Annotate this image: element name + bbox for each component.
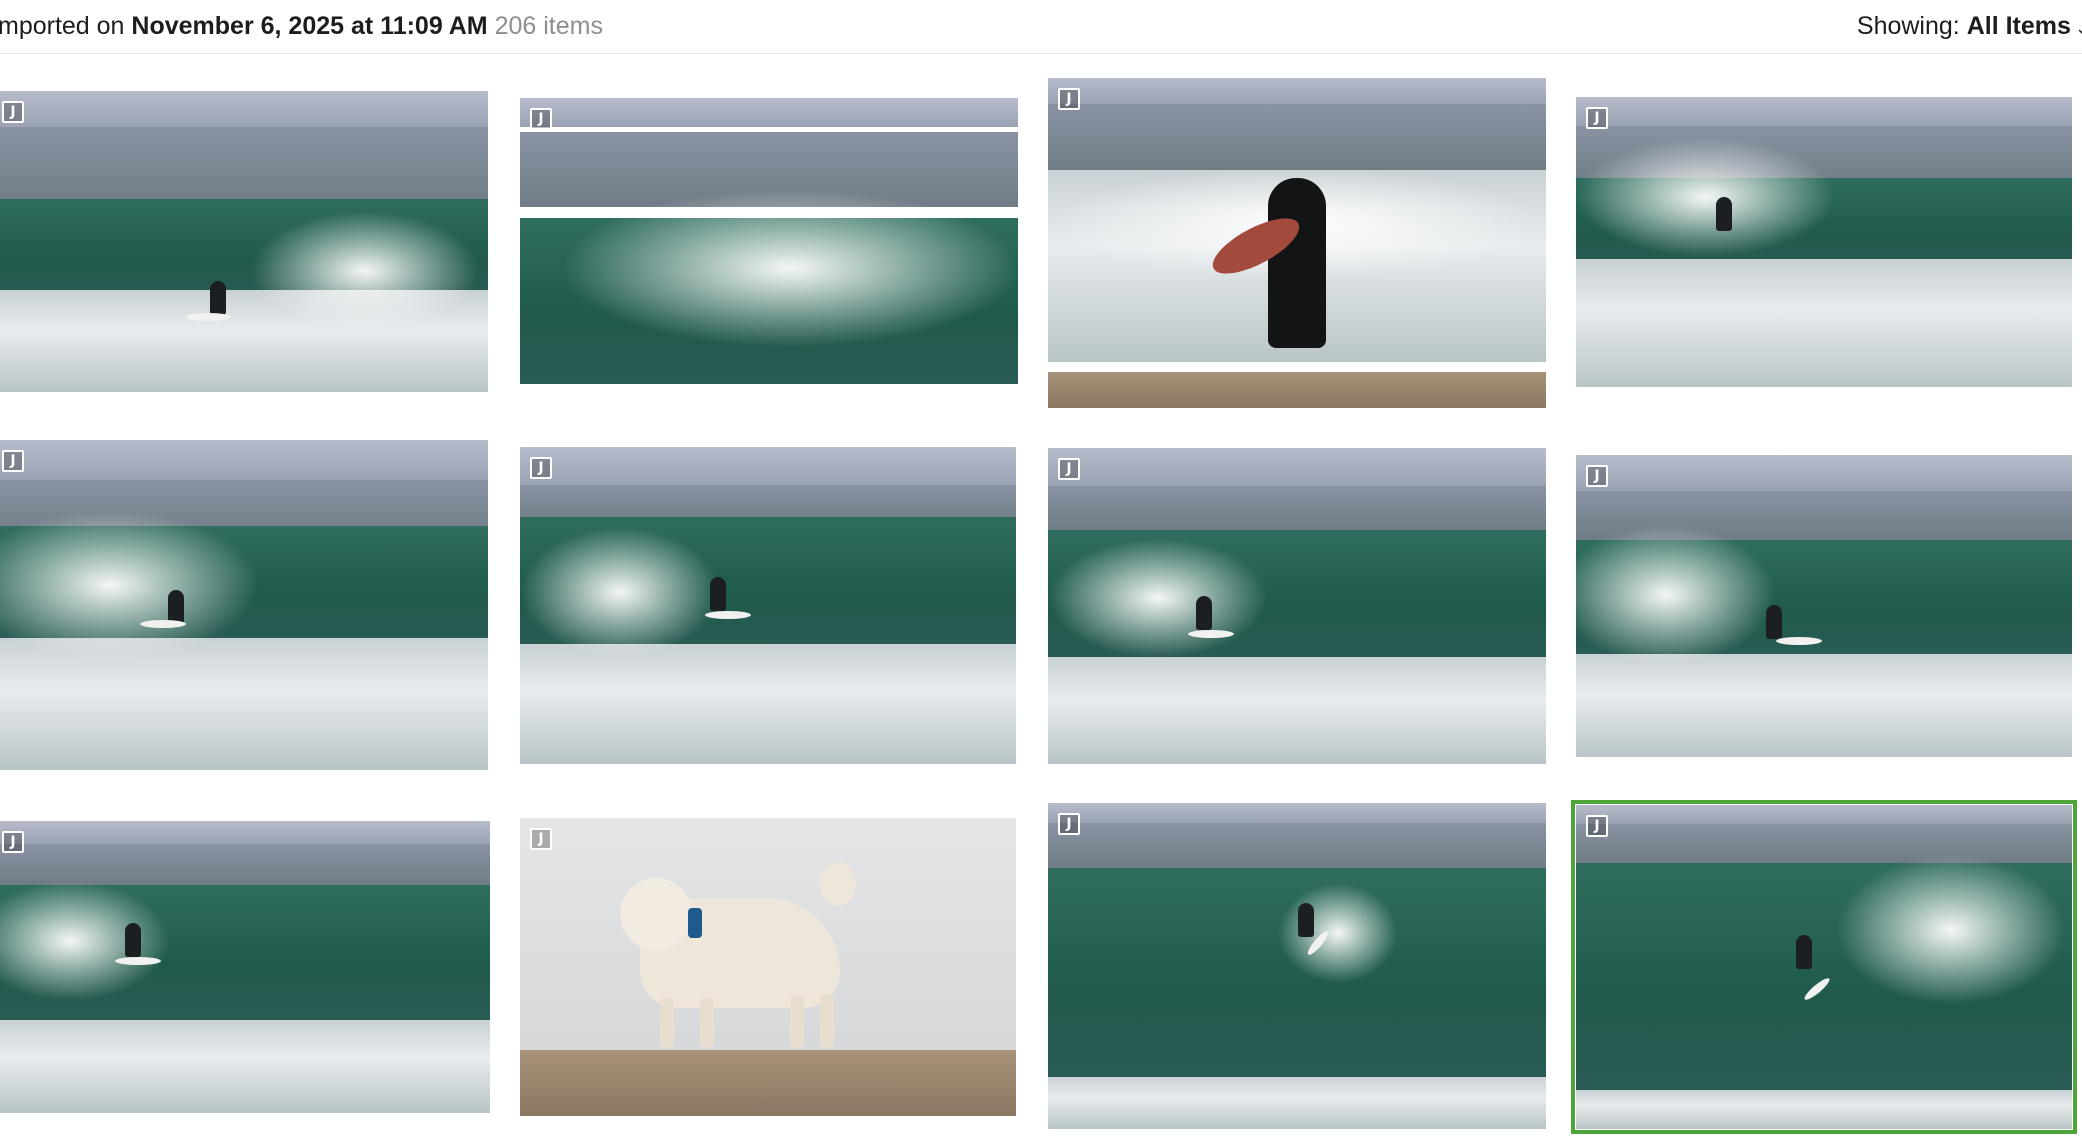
surfer bbox=[168, 590, 184, 624]
surfer bbox=[1796, 935, 1812, 969]
jpeg-badge-icon: J bbox=[1058, 458, 1080, 480]
photo-thumbnail[interactable]: J bbox=[520, 98, 1018, 384]
surfer bbox=[1716, 197, 1732, 231]
jpeg-badge-icon: J bbox=[2, 450, 24, 472]
jpeg-badge-icon: J bbox=[2, 831, 24, 853]
photo-thumbnail[interactable]: J bbox=[1048, 78, 1546, 408]
photo-thumbnail[interactable]: J bbox=[1576, 455, 2072, 757]
jpeg-badge-icon: J bbox=[1586, 815, 1608, 837]
photo-thumbnail[interactable]: J bbox=[0, 821, 490, 1113]
photo-thumbnail[interactable]: J bbox=[520, 447, 1016, 764]
jpeg-badge-icon: J bbox=[1058, 813, 1080, 835]
jpeg-badge-icon: J bbox=[1058, 88, 1080, 110]
photo-thumbnail[interactable]: J bbox=[0, 440, 488, 770]
photo-grid: J J J J J J J J J J J J bbox=[0, 54, 2082, 1142]
item-count: 206 items bbox=[494, 12, 603, 40]
photo-thumbnail[interactable]: J bbox=[1576, 97, 2072, 387]
surfer bbox=[1766, 605, 1782, 639]
photo-thumbnail[interactable]: J bbox=[1048, 803, 1546, 1129]
surfer bbox=[1196, 596, 1212, 630]
filter-value: All Items bbox=[1966, 12, 2071, 40]
import-prefix: mported on bbox=[0, 12, 125, 40]
photo-thumbnail[interactable]: J bbox=[0, 91, 488, 392]
jpeg-badge-icon: J bbox=[530, 108, 552, 130]
surfer bbox=[710, 577, 726, 611]
surfer bbox=[1268, 178, 1326, 348]
jpeg-badge-icon: J bbox=[530, 828, 552, 850]
import-info: mported on November 6, 2025 at 11:09 AM … bbox=[0, 12, 603, 41]
filter-label: Showing: bbox=[1856, 12, 1960, 40]
jpeg-badge-icon: J bbox=[530, 457, 552, 479]
photo-thumbnail[interactable]: J bbox=[1048, 448, 1546, 764]
jpeg-badge-icon: J bbox=[2, 101, 24, 123]
surfer bbox=[210, 281, 226, 315]
jpeg-badge-icon: J bbox=[1586, 107, 1608, 129]
photo-thumbnail-selected[interactable]: J bbox=[1571, 800, 2077, 1134]
chevron-down-icon: ⌄ bbox=[2075, 18, 2082, 38]
photo-thumbnail[interactable]: J bbox=[520, 818, 1016, 1116]
jpeg-badge-icon: J bbox=[1586, 465, 1608, 487]
surfer bbox=[125, 923, 141, 957]
import-date: November 6, 2025 at 11:09 AM bbox=[131, 12, 488, 40]
import-header-bar: mported on November 6, 2025 at 11:09 AM … bbox=[0, 0, 2082, 54]
filter-dropdown[interactable]: Showing: All Items⌄ bbox=[1857, 12, 2082, 41]
surfer bbox=[1298, 903, 1314, 937]
